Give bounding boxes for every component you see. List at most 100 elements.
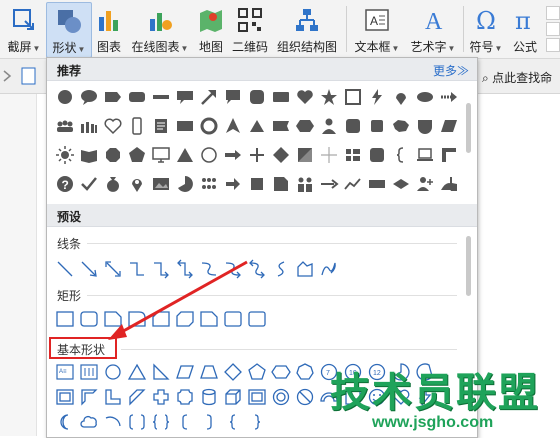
shape-banner[interactable]: [271, 116, 291, 136]
shape-oval[interactable]: [103, 362, 123, 382]
add-user-icon[interactable]: [415, 174, 435, 194]
shape-flat-diamond[interactable]: [391, 174, 411, 194]
shape-diagonal-arrow[interactable]: [199, 87, 219, 107]
shape-arc[interactable]: [103, 412, 123, 432]
command-search[interactable]: ⌕ 点此查找命: [482, 69, 552, 86]
shape-hexagon-outline[interactable]: [271, 362, 291, 382]
laptop-icon[interactable]: [415, 145, 435, 165]
shape-half-frame[interactable]: [79, 387, 99, 407]
image-icon[interactable]: [151, 174, 171, 194]
checkmark-icon[interactable]: [79, 174, 99, 194]
shape-block-arrow[interactable]: [223, 174, 243, 194]
shape-diagonal-snip-rect[interactable]: [175, 309, 195, 329]
shape-triangle[interactable]: [175, 145, 195, 165]
shape-brace[interactable]: [391, 145, 411, 165]
shape-cloud[interactable]: [79, 412, 99, 432]
shape-text-box[interactable]: A≡: [55, 362, 75, 382]
shape-table-icon[interactable]: [343, 145, 363, 165]
location-pin-icon[interactable]: [127, 174, 147, 194]
scrollbar-recommended[interactable]: [466, 103, 471, 153]
shape-brace-pair[interactable]: [151, 412, 171, 432]
shape-speech-rect[interactable]: [175, 87, 195, 107]
shape-plus[interactable]: [247, 145, 267, 165]
shape-snip-corner-rect[interactable]: [103, 309, 123, 329]
shape-donut[interactable]: [199, 116, 219, 136]
shape-diagonal-stripe[interactable]: [127, 387, 147, 407]
shape-snip-rect[interactable]: [151, 309, 171, 329]
shape-team[interactable]: [295, 174, 315, 194]
shape-flat-rect[interactable]: [367, 174, 387, 194]
qrcode-button[interactable]: 二维码: [230, 2, 270, 56]
shape-long-arrow[interactable]: [319, 174, 339, 194]
shape-line-arrow[interactable]: [79, 259, 99, 279]
shape-right-bracket[interactable]: [199, 412, 219, 432]
shape-round-diagonal-rect[interactable]: [247, 309, 267, 329]
shape-curve[interactable]: [271, 259, 291, 279]
shape-crowd[interactable]: [79, 116, 99, 136]
shape-square-solid[interactable]: [247, 174, 267, 194]
shape-trapezoid[interactable]: [199, 362, 219, 382]
shape-folded-corner[interactable]: [271, 174, 291, 194]
shape-isosceles-triangle[interactable]: [127, 362, 147, 382]
shape-right-triangle[interactable]: [151, 362, 171, 382]
shape-bevel[interactable]: [247, 387, 267, 407]
shape-navigation-arrow[interactable]: [223, 116, 243, 136]
shape-rounded-square[interactable]: [247, 87, 267, 107]
shape-teardrop[interactable]: [391, 87, 411, 107]
shape-round-corner-rect[interactable]: [127, 309, 147, 329]
map-button[interactable]: 地图: [194, 2, 228, 56]
shape-dots-grid[interactable]: [199, 174, 219, 194]
orgchart-button[interactable]: 组织结构图: [272, 2, 342, 56]
shape-snip-round-rect[interactable]: [199, 309, 219, 329]
shape-line-double-arrow[interactable]: [103, 259, 123, 279]
shapes-button[interactable]: 形状▼: [46, 2, 92, 58]
shape-moon[interactable]: [55, 412, 75, 432]
shape-callout[interactable]: [223, 87, 243, 107]
sun-icon[interactable]: [55, 145, 75, 165]
shape-square-small[interactable]: [367, 116, 387, 136]
wordart-button[interactable]: A 艺术字▼: [406, 2, 460, 56]
shape-phone-outline[interactable]: [127, 116, 147, 136]
shape-speech-bubble[interactable]: [79, 87, 99, 107]
shape-heptagon[interactable]: [295, 362, 315, 382]
shape-rect-dark[interactable]: [175, 116, 195, 136]
shape-plaque[interactable]: [175, 387, 195, 407]
shape-dashed-arrow[interactable]: [439, 87, 459, 107]
shape-frame[interactable]: [55, 387, 75, 407]
shape-cube[interactable]: [223, 387, 243, 407]
shape-pie[interactable]: [175, 174, 195, 194]
document-tab-icon[interactable]: [0, 67, 38, 85]
money-bag-icon[interactable]: [103, 174, 123, 194]
shape-elbow-double-arrow[interactable]: [175, 259, 195, 279]
shape-person[interactable]: [319, 116, 339, 136]
shape-elbow-connector[interactable]: [127, 259, 147, 279]
shape-parallelogram[interactable]: [439, 116, 459, 136]
shape-rounded-box[interactable]: [367, 145, 387, 165]
shape-octagon[interactable]: [103, 145, 123, 165]
shape-can[interactable]: [199, 387, 219, 407]
shape-pentagon-arrow[interactable]: [103, 87, 123, 107]
shape-diamond[interactable]: [271, 145, 291, 165]
shape-hexagon[interactable]: [295, 116, 315, 136]
shape-curved-arrow[interactable]: [223, 259, 243, 279]
shape-donut-outline[interactable]: [271, 387, 291, 407]
shape-map-china[interactable]: [391, 116, 411, 136]
shape-vertical-text-box[interactable]: [79, 362, 99, 382]
shape-star[interactable]: [319, 87, 339, 107]
more-link[interactable]: 更多≫: [433, 62, 469, 79]
textbox-button[interactable]: A 文本框▼: [350, 2, 404, 56]
scrollbar-presets[interactable]: [466, 236, 471, 296]
shape-rectangle[interactable]: [55, 309, 75, 329]
shape-square-outline[interactable]: [343, 87, 363, 107]
shape-circle[interactable]: [55, 87, 75, 107]
shape-half-square[interactable]: [295, 145, 315, 165]
shape-scribble[interactable]: [319, 259, 339, 279]
shape-pentagon-outline[interactable]: [247, 362, 267, 382]
shape-corner[interactable]: [439, 145, 459, 165]
shape-rounded-rect[interactable]: [127, 87, 147, 107]
monitor-icon[interactable]: [151, 145, 171, 165]
gallery-scroll[interactable]: [546, 6, 560, 52]
shape-thin-plus[interactable]: [319, 145, 339, 165]
shape-line[interactable]: [55, 259, 75, 279]
shape-minus[interactable]: [151, 87, 171, 107]
